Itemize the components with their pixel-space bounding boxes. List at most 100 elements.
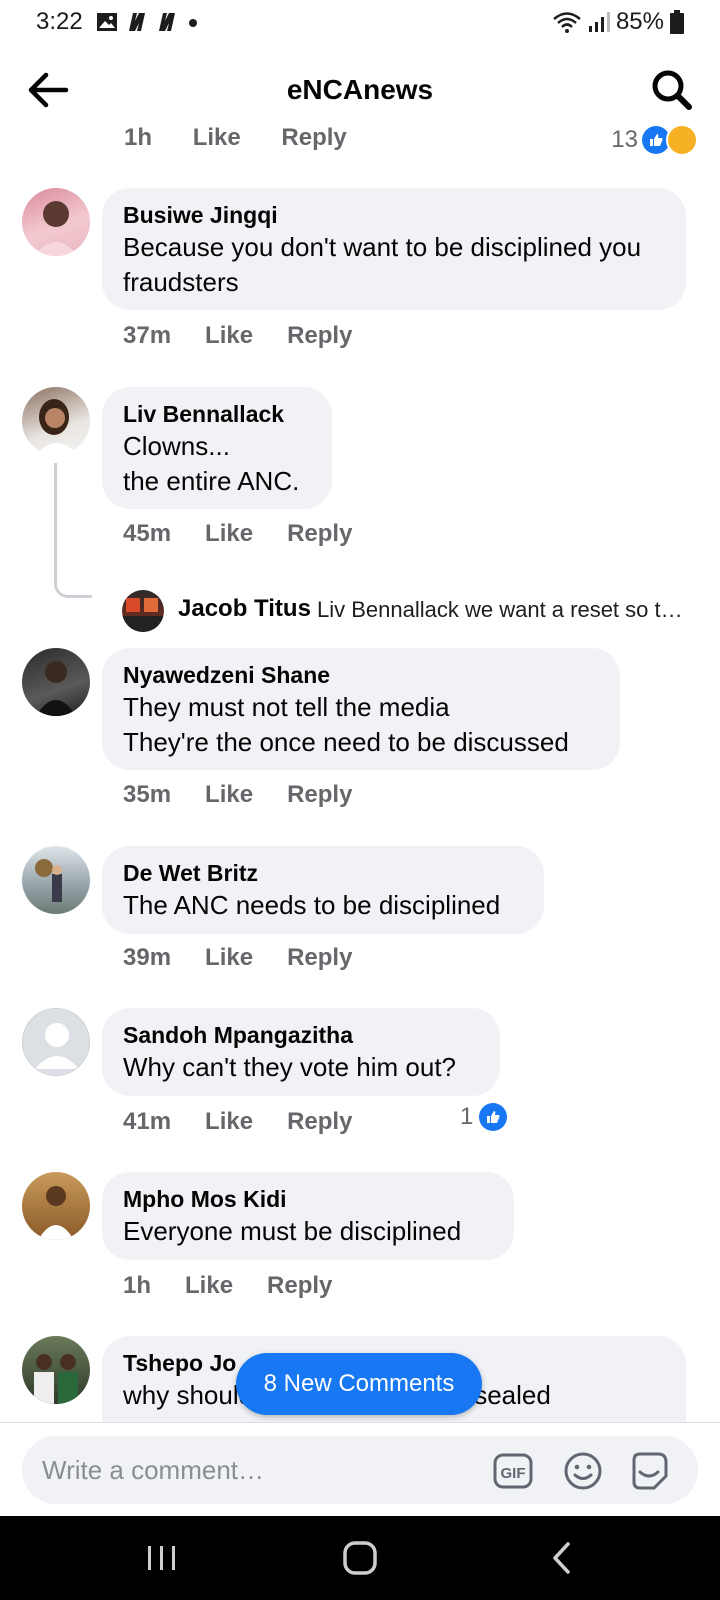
status-bar: 3:22 85% xyxy=(0,0,720,46)
home-button[interactable] xyxy=(336,1538,384,1578)
dot-icon xyxy=(189,19,197,27)
comment-actions: 39m Like Reply xyxy=(123,944,352,972)
comment-placeholder[interactable]: Write a comment… xyxy=(42,1455,264,1486)
search-button[interactable] xyxy=(650,68,694,112)
reply-button[interactable]: Reply xyxy=(287,322,352,350)
comment-text-line: They must not tell the media xyxy=(123,692,450,722)
reaction-count: 13 xyxy=(611,126,638,153)
comment-text-line: Clowns... xyxy=(123,431,230,461)
comment-author[interactable]: Mpho Mos Kidi xyxy=(123,1184,492,1214)
comment-bubble[interactable]: Mpho Mos Kidi Everyone must be disciplin… xyxy=(102,1172,514,1260)
signal-icon xyxy=(588,12,610,32)
reply-button[interactable]: Reply xyxy=(287,944,352,972)
previous-comment-actions: 1h Like Reply xyxy=(124,124,381,152)
system-navigation-bar xyxy=(0,1516,720,1600)
comment-actions: 45m Like Reply xyxy=(123,520,352,548)
like-button[interactable]: Like xyxy=(205,944,253,972)
smiley-icon xyxy=(564,1452,602,1490)
like-button[interactable]: Like xyxy=(193,124,241,151)
avatar[interactable] xyxy=(22,648,90,716)
sticker-button[interactable] xyxy=(628,1450,670,1492)
comment-bubble[interactable]: Busiwe Jingqi Because you don't want to … xyxy=(102,188,686,310)
battery-icon xyxy=(670,10,684,34)
default-avatar-icon[interactable] xyxy=(22,1008,90,1076)
app-bar: eNCAnews xyxy=(0,60,720,120)
like-reaction-icon xyxy=(479,1103,508,1131)
reply-author[interactable]: Jacob Titus xyxy=(178,595,311,623)
comment-time: 41m xyxy=(123,1108,172,1135)
new-comments-button[interactable]: 8 New Comments xyxy=(236,1353,482,1415)
comment-bubble[interactable]: Nyawedzeni Shane They must not tell the … xyxy=(102,648,620,770)
comment-bubble[interactable]: Sandoh Mpangazitha Why can't they vote h… xyxy=(102,1008,500,1096)
comment-text-line: Everyone must be disciplined xyxy=(123,1216,462,1246)
comment-author[interactable]: De Wet Britz xyxy=(123,858,522,888)
like-button[interactable]: Like xyxy=(205,1108,253,1136)
comment-text-line: They're the once need to be discussed xyxy=(123,727,569,757)
comment-reaction-count[interactable]: 1 xyxy=(460,1103,508,1131)
comment-time: 1h xyxy=(124,124,153,151)
comment-text-line: Because you don't want to be disciplined… xyxy=(123,232,642,262)
comment-actions: 41m Like Reply xyxy=(123,1108,352,1136)
reaction-summary[interactable]: 13 xyxy=(611,124,698,156)
emoji-button[interactable] xyxy=(562,1450,604,1492)
gallery-icon xyxy=(97,13,117,31)
recent-apps-icon xyxy=(148,1546,175,1570)
avatar[interactable] xyxy=(22,387,90,455)
status-time: 3:22 xyxy=(36,8,83,35)
chevron-left-icon xyxy=(553,1542,570,1574)
reply-button[interactable]: Reply xyxy=(287,1108,352,1136)
comment-actions: 37m Like Reply xyxy=(123,322,352,350)
reply-avatar[interactable] xyxy=(122,590,164,632)
comment-time: 37m xyxy=(123,322,172,349)
thread-connector xyxy=(54,463,92,598)
avatar[interactable] xyxy=(22,846,90,914)
comment-text-line: The ANC needs to be disciplined xyxy=(123,890,501,920)
comment-time: 39m xyxy=(123,944,172,971)
comment-actions: 1h Like Reply xyxy=(123,1272,332,1300)
gif-icon: GIF xyxy=(493,1453,533,1489)
like-count: 1 xyxy=(460,1103,474,1130)
like-button[interactable]: Like xyxy=(205,520,253,548)
reply-button[interactable]: Reply xyxy=(281,124,346,151)
comment-input[interactable]: Write a comment… GIF xyxy=(22,1436,698,1504)
comment-author[interactable]: Nyawedzeni Shane xyxy=(123,660,598,690)
comment-time: 45m xyxy=(123,520,172,547)
like-button[interactable]: Like xyxy=(185,1272,233,1300)
comment-actions: 35m Like Reply xyxy=(123,781,352,809)
sticker-icon xyxy=(632,1452,668,1490)
reply-button[interactable]: Reply xyxy=(287,520,352,548)
comment-bubble[interactable]: De Wet Britz The ANC needs to be discipl… xyxy=(102,846,544,934)
like-button[interactable]: Like xyxy=(205,322,253,350)
search-icon xyxy=(652,70,692,110)
netflix-icon xyxy=(129,13,145,31)
netflix-icon xyxy=(159,13,175,31)
svg-text:GIF: GIF xyxy=(501,1465,526,1482)
comment-text-line: fraudsters xyxy=(123,267,239,297)
avatar[interactable] xyxy=(22,188,90,256)
reply-button[interactable]: Reply xyxy=(287,781,352,809)
gif-button[interactable]: GIF xyxy=(492,1450,534,1492)
comment-time: 1h xyxy=(123,1272,152,1299)
avatar[interactable] xyxy=(22,1336,90,1404)
like-button[interactable]: Like xyxy=(205,781,253,809)
comment-author[interactable]: Busiwe Jingqi xyxy=(123,200,664,230)
reply-text[interactable]: Liv Bennallack we want a reset so t… xyxy=(317,597,683,623)
status-system-icons: 85% xyxy=(552,8,684,36)
haha-reaction-icon xyxy=(666,124,698,156)
page-title: eNCAnews xyxy=(286,74,434,105)
battery-percent: 85% xyxy=(615,8,664,35)
status-notification-icons xyxy=(96,12,200,32)
wifi-icon xyxy=(553,12,581,33)
avatar[interactable] xyxy=(22,1172,90,1240)
home-icon xyxy=(343,1541,377,1575)
comment-text-line: Why can't they vote him out? xyxy=(123,1052,457,1082)
recent-apps-button[interactable] xyxy=(138,1538,186,1578)
comment-time: 35m xyxy=(123,781,172,808)
comment-author[interactable]: Sandoh Mpangazitha xyxy=(123,1020,478,1050)
comment-bubble[interactable]: Liv Bennallack Clowns... the entire ANC. xyxy=(102,387,332,509)
reply-button[interactable]: Reply xyxy=(267,1272,332,1300)
comment-author[interactable]: Liv Bennallack xyxy=(123,399,310,429)
comments-list[interactable]: 1h Like Reply 13 Busiwe Jingqi Because y… xyxy=(0,120,720,1422)
comment-composer-bar: Write a comment… GIF xyxy=(0,1422,720,1517)
system-back-button[interactable] xyxy=(538,1538,586,1578)
